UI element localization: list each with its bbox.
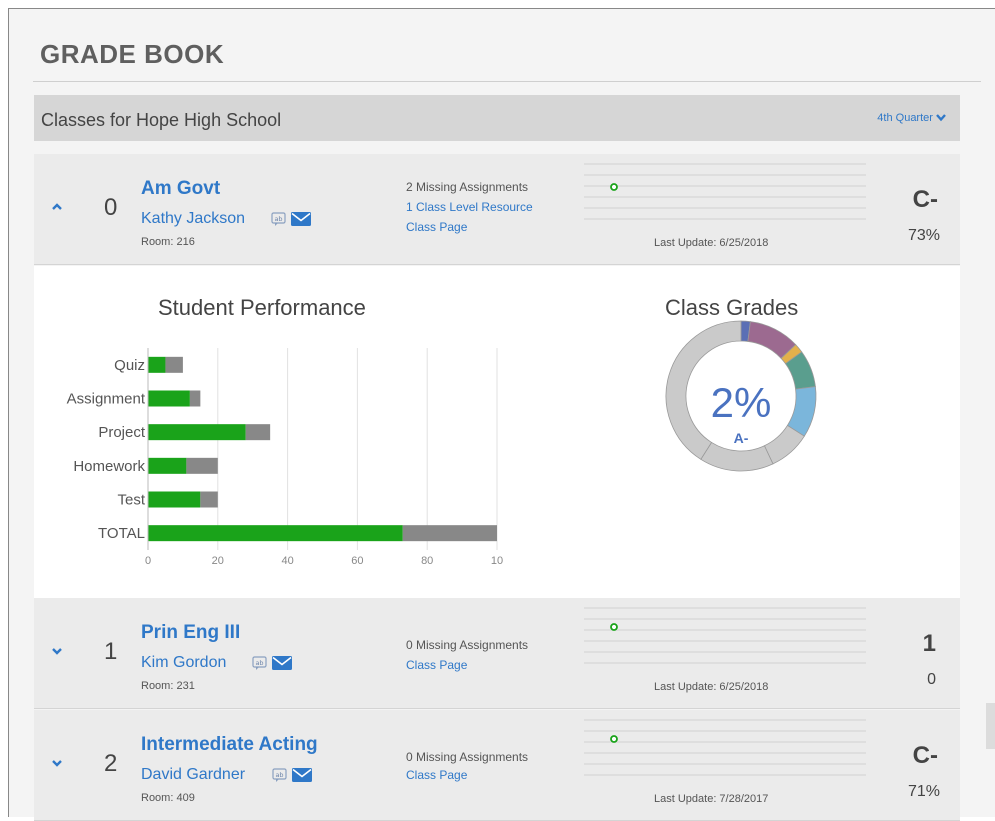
teacher-contact-icons: ab — [252, 656, 293, 675]
x-tick-label: 20 — [212, 555, 224, 567]
room-number: Room: 231 — [141, 680, 195, 692]
classes-header-title: Classes for Hope High School — [41, 110, 282, 130]
class-period: 2 — [104, 750, 118, 777]
category-label: TOTAL — [98, 525, 145, 542]
bar-earned-project — [148, 424, 246, 441]
grade-percent: 0 — [927, 671, 936, 688]
expand-toggle[interactable] — [50, 756, 64, 770]
category-label: Homework — [73, 458, 145, 475]
teacher-contact-icons: ab — [271, 212, 312, 231]
class-row-intermediate-acting: 2 Intermediate Acting David Gardner ab R… — [34, 710, 960, 821]
bar-possible-homework — [186, 457, 218, 474]
quarter-selector[interactable]: 4th Quarter — [877, 112, 946, 124]
chevron-down-icon — [52, 648, 62, 655]
chevron-up-icon — [52, 203, 62, 210]
x-tick-label: 0 — [145, 555, 151, 567]
page-title: GRADE BOOK — [40, 39, 225, 69]
x-tick-label: 40 — [281, 555, 293, 567]
teacher-name-link[interactable]: Kathy Jackson — [141, 210, 245, 228]
class-page-link[interactable]: Class Page — [406, 220, 467, 234]
bar-possible-quiz — [165, 356, 183, 373]
x-tick-label: 10 — [491, 555, 503, 567]
grade-percent: 73% — [907, 227, 940, 244]
grade-percent: 71% — [907, 783, 940, 800]
expand-toggle[interactable] — [50, 644, 64, 658]
bar-earned-assignment — [148, 390, 190, 407]
teacher-name-link[interactable]: David Gardner — [141, 766, 245, 784]
svg-text:ab: ab — [255, 659, 263, 667]
room-number: Room: 216 — [141, 236, 195, 248]
bar-possible-assignment — [189, 390, 201, 407]
email-icon[interactable] — [272, 656, 293, 670]
collapse-toggle[interactable] — [50, 200, 64, 214]
missing-assignments: 2 Missing Assignments — [406, 180, 529, 194]
class-period: 1 — [104, 638, 118, 665]
class-row-prin-eng-iii: 1 Prin Eng III Kim Gordon ab Room: 231 0… — [34, 598, 960, 709]
course-name-link[interactable]: Prin Eng III — [141, 622, 240, 644]
x-tick-label: 60 — [351, 555, 363, 567]
grade-letter: 1 — [922, 630, 936, 657]
missing-assignments: 0 Missing Assignments — [406, 750, 529, 764]
donut-center-percent: 2% — [710, 379, 772, 426]
class-detail-panel: Student Performance Class Grades 0 20 40 60… — [34, 266, 960, 598]
course-name-link[interactable]: Intermediate Acting — [141, 734, 318, 756]
donut-slice-6 — [700, 441, 774, 472]
class-page-link[interactable]: Class Page — [406, 768, 467, 782]
grade-letter: C- — [912, 742, 938, 769]
class-page-link[interactable]: Class Page — [406, 658, 467, 672]
email-icon[interactable] — [291, 212, 312, 226]
last-update: Last Update: 7/28/2017 — [654, 793, 769, 805]
donut-center-grade: A- — [733, 430, 749, 446]
scroll-edge — [986, 703, 995, 749]
category-label: Quiz — [114, 357, 145, 374]
bar-possible-project — [245, 424, 271, 441]
bar-possible-test — [200, 491, 218, 508]
bar-earned-quiz — [148, 356, 166, 373]
grade-trend-sparkline — [584, 607, 866, 664]
category-label: Assignment — [67, 391, 146, 408]
quarter-label: 4th Quarter — [877, 112, 933, 124]
bar-earned-test — [148, 491, 201, 508]
message-icon[interactable]: ab — [252, 656, 268, 670]
chevron-down-icon — [52, 760, 62, 767]
student-performance-chart: 0 20 40 60 80 10 Quiz Assignment Project Homework… — [67, 320, 817, 567]
email-icon[interactable] — [292, 768, 313, 782]
classes-header: Classes for Hope High School 4th Quarter — [34, 95, 960, 141]
message-icon[interactable]: ab — [271, 212, 287, 226]
chevron-down-icon — [936, 114, 946, 122]
svg-text:ab: ab — [275, 771, 283, 779]
bar-possible-total — [402, 525, 497, 542]
svg-text:ab: ab — [274, 215, 282, 223]
class-level-resource-link[interactable]: 1 Class Level Resource — [406, 200, 533, 214]
class-row-am-govt: 0 Am Govt Kathy Jackson ab Room: 216 2 M… — [34, 154, 960, 265]
last-update: Last Update: 6/25/2018 — [654, 681, 769, 693]
bar-earned-total — [148, 525, 403, 542]
last-update: Last Update: 6/25/2018 — [654, 237, 769, 249]
message-icon[interactable]: ab — [272, 768, 288, 782]
x-tick-label: 80 — [421, 555, 433, 567]
grade-letter: C- — [912, 186, 938, 213]
grade-trend-sparkline — [584, 163, 866, 220]
class-period: 0 — [104, 194, 118, 221]
grade-trend-sparkline — [584, 719, 866, 776]
bar-earned-homework — [148, 457, 187, 474]
missing-assignments: 0 Missing Assignments — [406, 638, 529, 652]
title-divider — [33, 81, 981, 82]
course-name-link[interactable]: Am Govt — [141, 178, 220, 200]
room-number: Room: 409 — [141, 792, 195, 804]
teacher-name-link[interactable]: Kim Gordon — [141, 654, 226, 672]
teacher-contact-icons: ab — [272, 768, 313, 787]
category-label: Project — [98, 424, 146, 441]
category-label: Test — [117, 492, 145, 509]
